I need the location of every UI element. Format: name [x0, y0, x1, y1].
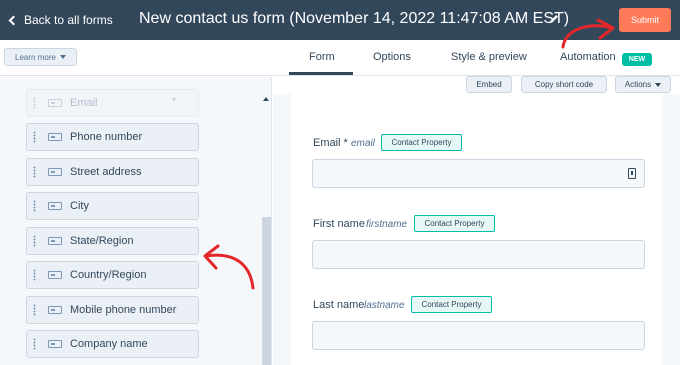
field-item-company-name[interactable]: Company name: [26, 330, 199, 358]
contact-property-badge: Contact Property: [381, 134, 462, 151]
text-field-icon: [48, 340, 62, 348]
field-item-label: Email: [70, 97, 98, 109]
embed-button[interactable]: Embed: [466, 76, 512, 93]
text-field-icon: [48, 202, 62, 210]
caret-down-icon: [655, 82, 662, 87]
field-item-state-region[interactable]: State/Region: [26, 227, 199, 255]
copy-short-code-button[interactable]: Copy short code: [521, 76, 607, 93]
scroll-up-arrow-icon[interactable]: [262, 94, 271, 104]
email-input[interactable]: [312, 159, 645, 188]
field-item-mobile-phone[interactable]: Mobile phone number: [26, 296, 199, 324]
drag-handle-icon: [33, 166, 36, 178]
field-item-label: Street address: [70, 166, 142, 178]
caret-down-icon: [59, 55, 66, 59]
text-field-icon: [48, 237, 62, 245]
drag-handle-icon: [33, 235, 36, 247]
drag-handle-icon: [33, 304, 36, 316]
text-field-icon: [48, 99, 62, 107]
tab-options[interactable]: Options: [373, 51, 411, 63]
tab-automation[interactable]: Automation: [560, 51, 616, 63]
text-field-icon: [48, 306, 62, 314]
pencil-icon[interactable]: [548, 13, 560, 25]
field-item-label: Mobile phone number: [70, 304, 177, 316]
text-field-icon: [48, 168, 62, 176]
action-bar: Embed Copy short code Actions: [272, 76, 680, 94]
back-label: Back to all forms: [24, 13, 113, 27]
back-to-forms-link[interactable]: Back to all forms: [8, 11, 113, 29]
new-badge: NEW: [622, 53, 652, 66]
tab-form[interactable]: Form: [309, 51, 335, 63]
submit-button[interactable]: Submit: [619, 8, 671, 32]
learn-more-label: Learn more: [15, 52, 56, 62]
required-star: *: [172, 96, 176, 107]
field-item-email[interactable]: Email *: [26, 89, 199, 117]
drag-handle-icon: [33, 131, 36, 143]
tabs-bar: Learn more Form Options Style & preview …: [0, 40, 680, 76]
active-tab-indicator: [289, 72, 353, 75]
drag-handle-icon: [33, 269, 36, 281]
field-item-label: Company name: [70, 338, 148, 350]
tab-style-preview[interactable]: Style & preview: [451, 51, 527, 63]
email-field-label[interactable]: Email *: [313, 137, 348, 149]
text-field-icon: [48, 271, 62, 279]
field-item-label: Country/Region: [70, 269, 147, 281]
top-header: Back to all forms New contact us form (N…: [0, 0, 680, 40]
field-item-city[interactable]: City: [26, 192, 199, 220]
email-internal-name: email: [351, 138, 375, 149]
field-item-country-region[interactable]: Country/Region: [26, 261, 199, 289]
firstname-input[interactable]: [312, 240, 645, 269]
drag-handle-icon: [33, 200, 36, 212]
scrollbar-thumb[interactable]: [262, 217, 271, 365]
lastname-internal-name: lastname: [364, 300, 405, 311]
lastname-field-label[interactable]: Last name: [313, 299, 364, 311]
chevron-left-icon: [8, 15, 19, 25]
firstname-field-label[interactable]: First name: [313, 218, 365, 230]
drag-handle-icon: [33, 338, 36, 350]
field-item-label: State/Region: [70, 235, 134, 247]
field-item-label: Phone number: [70, 131, 143, 143]
field-list-panel: Email * Phone number Street address City…: [0, 77, 272, 365]
actions-label: Actions: [624, 80, 652, 89]
lastname-input[interactable]: [312, 321, 645, 350]
contact-card-icon: [628, 168, 636, 179]
text-field-icon: [48, 133, 62, 141]
form-title[interactable]: New contact us form (November 14, 2022 1…: [139, 10, 569, 28]
contact-property-badge: Contact Property: [414, 215, 495, 232]
drag-handle-icon: [33, 97, 36, 109]
field-item-street-address[interactable]: Street address: [26, 158, 199, 186]
field-item-label: City: [70, 200, 89, 212]
learn-more-dropdown[interactable]: Learn more: [4, 48, 77, 66]
firstname-internal-name: firstname: [366, 219, 408, 230]
contact-property-badge: Contact Property: [411, 296, 492, 313]
field-item-phone-number[interactable]: Phone number: [26, 123, 199, 151]
form-editor: Back to all forms New contact us form (N…: [0, 0, 680, 365]
actions-dropdown[interactable]: Actions: [615, 76, 671, 93]
